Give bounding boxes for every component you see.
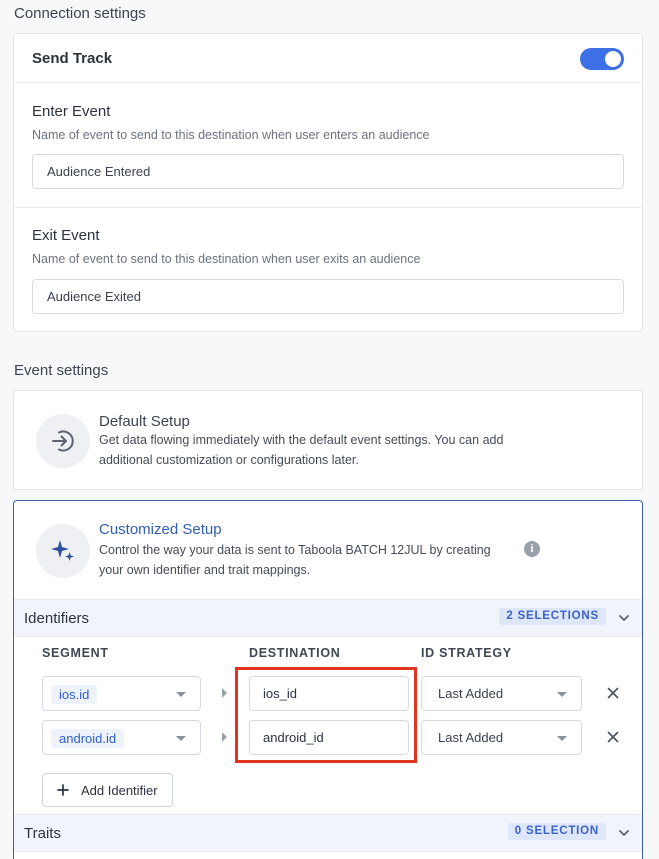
traits-header[interactable]: Traits 0 SELECTION bbox=[14, 814, 642, 852]
mapping-arrow-icon bbox=[222, 688, 227, 698]
info-icon[interactable]: i bbox=[524, 541, 540, 557]
caret-down-icon bbox=[176, 692, 186, 697]
segment-select[interactable]: android.id bbox=[42, 720, 201, 755]
close-icon[interactable] bbox=[606, 686, 620, 700]
exit-event-label: Exit Event bbox=[32, 227, 100, 244]
close-icon[interactable] bbox=[606, 730, 620, 744]
customized-setup-card[interactable]: Customized Setup Control the way your da… bbox=[13, 500, 643, 859]
exit-event-hint: Name of event to send to this destinatio… bbox=[32, 252, 421, 266]
id-strategy-select[interactable]: Last Added bbox=[421, 676, 582, 711]
chevron-down-icon[interactable] bbox=[618, 827, 630, 839]
divider bbox=[14, 207, 642, 208]
caret-down-icon bbox=[176, 736, 186, 741]
identifiers-header[interactable]: Identifiers 2 SELECTIONS bbox=[14, 599, 642, 637]
destination-highlight-box bbox=[235, 667, 417, 763]
enter-event-label: Enter Event bbox=[32, 103, 111, 120]
event-settings-title: Event settings bbox=[14, 362, 109, 379]
toggle-knob bbox=[605, 51, 621, 67]
connection-settings-card: Send Track Enter Event Name of event to … bbox=[13, 33, 643, 332]
default-setup-description: Get data flowing immediately with the de… bbox=[99, 433, 504, 467]
segment-column-header: SEGMENT bbox=[42, 646, 109, 660]
mapping-arrow-icon bbox=[222, 732, 227, 742]
divider bbox=[14, 82, 642, 83]
customized-setup-description: Control the way your data is sent to Tab… bbox=[99, 543, 491, 577]
send-track-toggle[interactable] bbox=[580, 48, 624, 70]
chevron-down-icon[interactable] bbox=[618, 612, 630, 624]
traits-label: Traits bbox=[24, 825, 61, 842]
id-strategy-value: Last Added bbox=[438, 686, 504, 701]
id-strategy-column-header: ID STRATEGY bbox=[421, 646, 512, 660]
send-track-label: Send Track bbox=[32, 50, 113, 67]
sparkles-icon bbox=[36, 524, 90, 578]
segment-tag: android.id bbox=[51, 729, 125, 748]
identifiers-label: Identifiers bbox=[24, 610, 90, 627]
caret-down-icon bbox=[557, 692, 567, 697]
plus-icon bbox=[57, 784, 69, 796]
enter-event-input[interactable]: Audience Entered bbox=[32, 154, 624, 189]
customized-setup-title: Customized Setup bbox=[99, 521, 222, 538]
add-identifier-button[interactable]: Add Identifier bbox=[42, 773, 173, 807]
id-strategy-select[interactable]: Last Added bbox=[421, 720, 582, 755]
default-setup-title: Default Setup bbox=[99, 413, 190, 430]
identifiers-selection-count: 2 SELECTIONS bbox=[499, 608, 606, 625]
segment-tag: ios.id bbox=[51, 685, 98, 704]
traits-selection-count: 0 SELECTION bbox=[507, 823, 606, 840]
destination-column-header: DESTINATION bbox=[249, 646, 341, 660]
caret-down-icon bbox=[557, 736, 567, 741]
id-strategy-value: Last Added bbox=[438, 730, 504, 745]
segment-select[interactable]: ios.id bbox=[42, 676, 201, 711]
exit-event-input[interactable]: Audience Exited bbox=[32, 279, 624, 314]
connection-settings-title: Connection settings bbox=[14, 5, 146, 22]
default-setup-card[interactable]: Default Setup Get data flowing immediate… bbox=[13, 390, 643, 490]
enter-event-hint: Name of event to send to this destinatio… bbox=[32, 128, 430, 142]
add-identifier-label: Add Identifier bbox=[81, 782, 158, 798]
sign-in-icon bbox=[36, 414, 90, 468]
